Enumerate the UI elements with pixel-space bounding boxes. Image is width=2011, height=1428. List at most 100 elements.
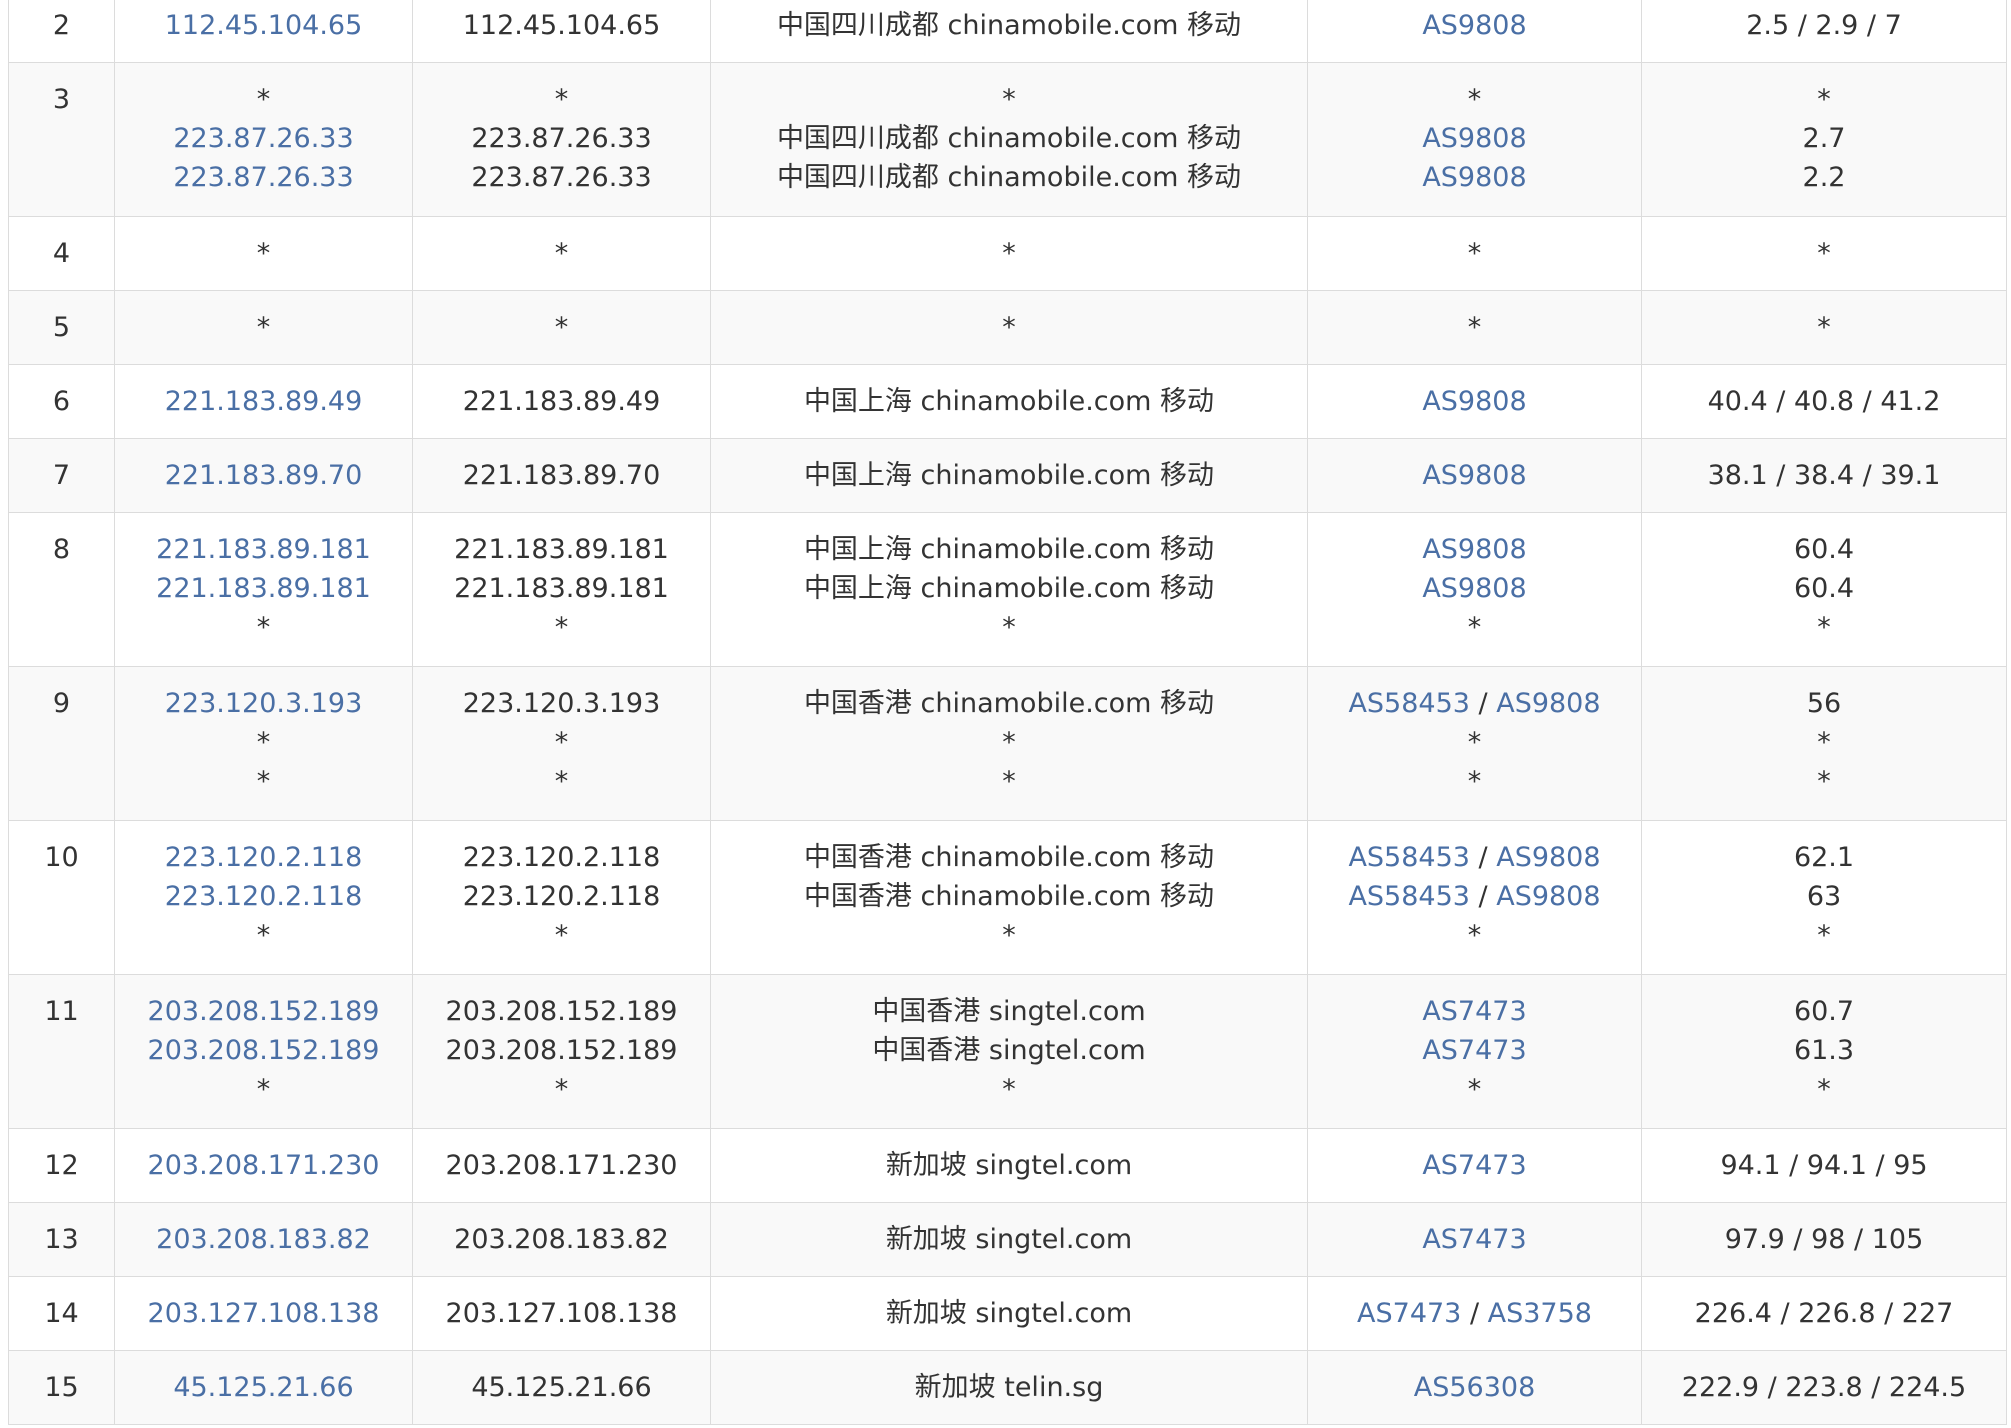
asn-link[interactable]: AS9808 [1496,842,1600,873]
ip-link[interactable]: 112.45.104.65 [165,10,363,41]
asn-cell: AS9808 AS9808 * [1307,512,1642,667]
traceroute-table: 2 112.45.104.65 112.45.104.65 中国四川成都 chinam… [8,0,2007,1425]
latency-text: 38.1 / 38.4 / 39.1 [1707,460,1941,491]
latency-cell: 60.4 60.4 * [1641,512,2007,667]
location-cell: 新加坡 singtel.com [710,1276,1308,1351]
ip-link[interactable]: 223.120.2.118 [165,881,363,912]
hop-number-cell: 8 [8,512,115,667]
hop-number-cell: 9 [8,666,115,821]
asn-link[interactable]: AS9808 [1422,573,1526,604]
hop-number-cell: 4 [8,216,115,291]
asn-cell: AS9808 [1307,364,1642,439]
asn-timeout: * [1467,766,1482,797]
table-row: 11 203.208.152.189 203.208.152.189 * 203.208… [8,974,2007,1129]
asn-separator: / [1469,842,1497,873]
asn-link[interactable]: AS9808 [1422,123,1526,154]
traceroute-table-container: 2 112.45.104.65 112.45.104.65 中国四川成都 chinam… [8,0,2007,1425]
ip-link[interactable]: 223.120.2.118 [165,842,363,873]
asn-cell: AS7473 AS7473 * [1307,974,1642,1129]
asn-cell: * [1307,216,1642,291]
ip-link[interactable]: 221.183.89.181 [156,573,371,604]
location-text: 新加坡 singtel.com [885,1298,1133,1329]
asn-link[interactable]: AS3758 [1488,1298,1592,1329]
asn-link[interactable]: AS9808 [1422,162,1526,193]
table-row: 5 * * * * * [8,290,2007,365]
asn-link[interactable]: AS58453 [1348,881,1470,912]
ip-link[interactable]: 45.125.21.66 [173,1372,353,1403]
location-text: 中国上海 chinamobile.com 移动 [803,534,1215,565]
asn-line: AS9808 [1312,456,1637,495]
location-cell: * 中国四川成都 chinamobile.com 移动 中国四川成都 chinamo… [710,62,1308,217]
ip-link[interactable]: 221.183.89.70 [165,460,363,491]
hostname-text: 223.87.26.33 [471,162,652,193]
location-cell: 新加坡 singtel.com [710,1202,1308,1277]
latency-cell: 62.1 63 * [1641,820,2007,975]
ip-link[interactable]: 203.208.152.189 [148,1035,380,1066]
ip-line: 223.120.2.118 [119,877,408,916]
asn-cell: AS9808 [1307,438,1642,513]
ip-line: 45.125.21.66 [119,1368,408,1407]
location-text: 中国四川成都 chinamobile.com 移动 [776,162,1242,193]
asn-cell: * AS9808 AS9808 [1307,62,1642,217]
hostname-text: * [554,1074,569,1105]
asn-link[interactable]: AS9808 [1422,386,1526,417]
asn-link[interactable]: AS56308 [1414,1372,1536,1403]
asn-link[interactable]: AS9808 [1422,460,1526,491]
ip-timeout: * [256,1074,271,1105]
asn-link[interactable]: AS58453 [1348,842,1470,873]
ip-line: 223.87.26.33 [119,158,408,197]
latency-text: * [1817,920,1831,951]
asn-link[interactable]: AS9808 [1496,688,1600,719]
latency-cell: 222.9 / 223.8 / 224.5 [1641,1350,2007,1425]
ip-link[interactable]: 223.87.26.33 [173,162,353,193]
location-text: * [1002,1074,1016,1105]
hop-number-cell: 15 [8,1350,115,1425]
hostname-text: * [554,766,569,797]
asn-link[interactable]: AS7473 [1357,1298,1461,1329]
location-cell: 中国香港 chinamobile.com 移动 中国香港 chinamobile.… [710,820,1308,975]
latency-text: * [1817,84,1831,115]
asn-link[interactable]: AS9808 [1422,10,1526,41]
ip-line: 221.183.89.49 [119,382,408,421]
latency-text: 40.4 / 40.8 / 41.2 [1707,386,1941,417]
location-text: 中国香港 singtel.com [872,996,1146,1027]
location-text: * [1002,312,1016,343]
location-cell: * [710,216,1308,291]
ip-timeout: * [256,84,271,115]
asn-link[interactable]: AS7473 [1422,1150,1526,1181]
ip-line: 203.208.152.189 [119,992,408,1031]
ip-link[interactable]: 223.87.26.33 [173,123,353,154]
location-text: 新加坡 singtel.com [885,1150,1133,1181]
location-cell: 中国香港 chinamobile.com 移动 * * [710,666,1308,821]
ip-cell: 221.183.89.70 [114,438,413,513]
ip-link[interactable]: 223.120.3.193 [165,688,363,719]
location-text: * [1002,612,1016,643]
location-text: 新加坡 telin.sg [914,1372,1104,1403]
latency-text: 222.9 / 223.8 / 224.5 [1681,1372,1967,1403]
latency-text: 63 [1806,881,1842,912]
asn-link[interactable]: AS9808 [1496,881,1600,912]
hostname-text: 221.183.89.49 [462,386,661,417]
hop-number: 4 [52,238,71,269]
ip-link[interactable]: 203.208.183.82 [156,1224,371,1255]
ip-link[interactable]: 203.208.171.230 [148,1150,380,1181]
asn-link[interactable]: AS7473 [1422,996,1526,1027]
asn-cell: AS7473 [1307,1128,1642,1203]
asn-link[interactable]: AS9808 [1422,534,1526,565]
hop-number: 10 [44,842,79,873]
ip-link[interactable]: 203.127.108.138 [148,1298,380,1329]
asn-line: AS9808 [1312,119,1637,158]
hop-number: 14 [44,1298,79,1329]
ip-link[interactable]: 221.183.89.49 [165,386,363,417]
table-row: 8 221.183.89.181 221.183.89.181 * 221.183.89… [8,512,2007,667]
location-text: 中国上海 chinamobile.com 移动 [803,386,1215,417]
table-row: 12 203.208.171.230 203.208.171.230 新加坡 sing… [8,1128,2007,1203]
asn-link[interactable]: AS7473 [1422,1224,1526,1255]
ip-link[interactable]: 203.208.152.189 [148,996,380,1027]
asn-link[interactable]: AS7473 [1422,1035,1526,1066]
asn-link[interactable]: AS58453 [1348,688,1470,719]
ip-cell: 203.127.108.138 [114,1276,413,1351]
latency-text: 226.4 / 226.8 / 227 [1694,1298,1954,1329]
asn-cell: AS9808 [1307,0,1642,63]
ip-link[interactable]: 221.183.89.181 [156,534,371,565]
